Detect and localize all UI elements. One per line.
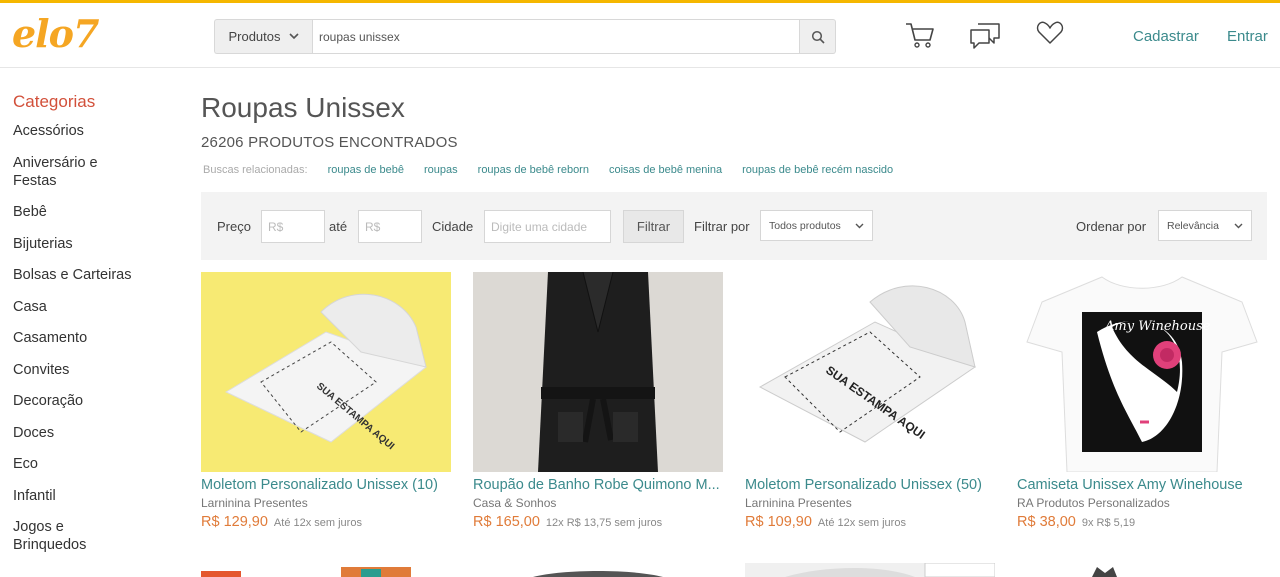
chevron-down-icon [1234, 223, 1243, 228]
top-header: elo7 Produtos roupas unissex Cadastrar E… [0, 0, 1280, 68]
chat-icon[interactable] [969, 21, 1001, 49]
product-image[interactable]: SUA ESTAMPA AQUI [201, 272, 451, 472]
sidebar-item-convites[interactable]: Convites [13, 361, 173, 379]
shirt-print-text: Amy Winehouse [1104, 319, 1211, 334]
sidebar-item-casa[interactable]: Casa [13, 298, 173, 316]
sidebar-item-aniversario[interactable]: Aniversário e Festas [13, 154, 118, 190]
product-image-partial[interactable] [1017, 563, 1267, 577]
product-installments: Até 12x sem juros [817, 517, 906, 529]
sort-select[interactable]: Relevância [1158, 210, 1252, 241]
page-title: Roupas Unissex [201, 92, 405, 123]
product-title[interactable]: Roupão de Banho Robe Quimono M... [473, 477, 723, 493]
product-shop[interactable]: Larninina Presentes [745, 496, 995, 510]
categories-title: Categorias [13, 92, 96, 111]
chevron-down-icon [288, 33, 299, 40]
search-category-dropdown[interactable]: Produtos [214, 19, 312, 54]
sidebar-item-casamento[interactable]: Casamento [13, 329, 173, 347]
filter-bar: Preço R$ até R$ Cidade Digite uma cidade… [201, 192, 1267, 260]
related-searches: Buscas relacionadas: roupas de bebê roup… [203, 164, 893, 176]
sidebar-item-jogos[interactable]: Jogos e Brinquedos [13, 518, 113, 554]
sidebar-item-bijuterias[interactable]: Bijuterias [13, 235, 173, 253]
sidebar-item-infantil[interactable]: Infantil [13, 487, 173, 505]
filter-button[interactable]: Filtrar [623, 210, 684, 243]
search-bar: Produtos roupas unissex [214, 19, 836, 54]
search-category-label: Produtos [228, 29, 281, 44]
product-price-row: R$ 165,00 12x R$ 13,75 sem juros [473, 514, 723, 530]
city-label: Cidade [432, 219, 474, 234]
product-title[interactable]: Camiseta Unissex Amy Winehouse [1017, 477, 1267, 493]
product-installments: 9x R$ 5,19 [1081, 517, 1136, 529]
filter-by-select[interactable]: Todos produtos [760, 210, 873, 241]
to-label: até [329, 219, 348, 234]
category-sidebar: Categorias Acessórios Aniversário e Fest… [13, 92, 173, 568]
price-max-input[interactable]: R$ [358, 210, 422, 243]
related-searches-label: Buscas relacionadas: [203, 164, 308, 176]
product-shop[interactable]: RA Produtos Personalizados [1017, 496, 1267, 510]
product-image[interactable]: SUA ESTAMPA AQUI [745, 272, 995, 472]
product-card[interactable]: SUA ESTAMPA AQUI Moletom Personalizado U… [201, 272, 451, 530]
filter-by-label: Filtrar por [694, 219, 750, 234]
product-card[interactable]: Amy Winehouse Camiseta Unissex Amy Wineh… [1017, 272, 1267, 530]
product-image-partial[interactable] [473, 563, 723, 577]
product-installments: Até 12x sem juros [273, 517, 362, 529]
chevron-down-icon [855, 223, 864, 228]
product-price: R$ 38,00 [1017, 514, 1076, 530]
sidebar-item-doces[interactable]: Doces [13, 424, 173, 442]
product-image[interactable]: Amy Winehouse [1017, 272, 1267, 472]
related-link[interactable]: roupas de bebê recém nascido [742, 164, 893, 176]
product-image[interactable] [473, 272, 723, 472]
search-input[interactable]: roupas unissex [312, 19, 800, 54]
product-shop[interactable]: Casa & Sonhos [473, 496, 723, 510]
sort-value: Relevância [1167, 219, 1219, 232]
elo7-logo[interactable]: elo7 [12, 11, 99, 56]
search-icon [811, 30, 825, 44]
city-input[interactable]: Digite uma cidade [484, 210, 611, 243]
product-title[interactable]: Moletom Personalizado Unissex (10) [201, 477, 451, 493]
sidebar-item-bolsas[interactable]: Bolsas e Carteiras [13, 266, 173, 284]
price-min-input[interactable]: R$ [261, 210, 325, 243]
product-price: R$ 165,00 [473, 514, 540, 530]
price-label: Preço [217, 219, 251, 234]
results-count: 26206 PRODUTOS ENCONTRADOS [201, 134, 458, 151]
product-image-partial[interactable] [745, 563, 995, 577]
product-price: R$ 129,90 [201, 514, 268, 530]
product-installments: 12x R$ 13,75 sem juros [545, 517, 663, 529]
heart-icon[interactable] [1036, 21, 1064, 45]
sidebar-item-acessorios[interactable]: Acessórios [13, 122, 173, 140]
related-link[interactable]: coisas de bebê menina [609, 164, 722, 176]
product-image-partial[interactable] [201, 563, 451, 577]
related-link[interactable]: roupas de bebê reborn [478, 164, 589, 176]
filter-by-value: Todos produtos [769, 219, 841, 232]
product-card[interactable]: SUA ESTAMPA AQUI Moletom Personalizado U… [745, 272, 995, 530]
product-shop[interactable]: Larninina Presentes [201, 496, 451, 510]
related-link[interactable]: roupas [424, 164, 458, 176]
sidebar-item-eco[interactable]: Eco [13, 455, 173, 473]
product-price-row: R$ 38,00 9x R$ 5,19 [1017, 514, 1267, 530]
product-price-row: R$ 109,90 Até 12x sem juros [745, 514, 995, 530]
login-link[interactable]: Entrar [1227, 28, 1268, 45]
product-price-row: R$ 129,90 Até 12x sem juros [201, 514, 451, 530]
product-card[interactable]: Roupão de Banho Robe Quimono M... Casa &… [473, 272, 723, 530]
sort-label: Ordenar por [1076, 219, 1147, 234]
product-title[interactable]: Moletom Personalizado Unissex (50) [745, 477, 995, 493]
search-button[interactable] [800, 19, 836, 54]
sidebar-item-bebe[interactable]: Bebê [13, 203, 173, 221]
sidebar-item-decoracao[interactable]: Decoração [13, 392, 173, 410]
related-link[interactable]: roupas de bebê [328, 164, 404, 176]
cart-icon[interactable] [905, 21, 935, 49]
register-link[interactable]: Cadastrar [1133, 28, 1199, 45]
product-price: R$ 109,90 [745, 514, 812, 530]
